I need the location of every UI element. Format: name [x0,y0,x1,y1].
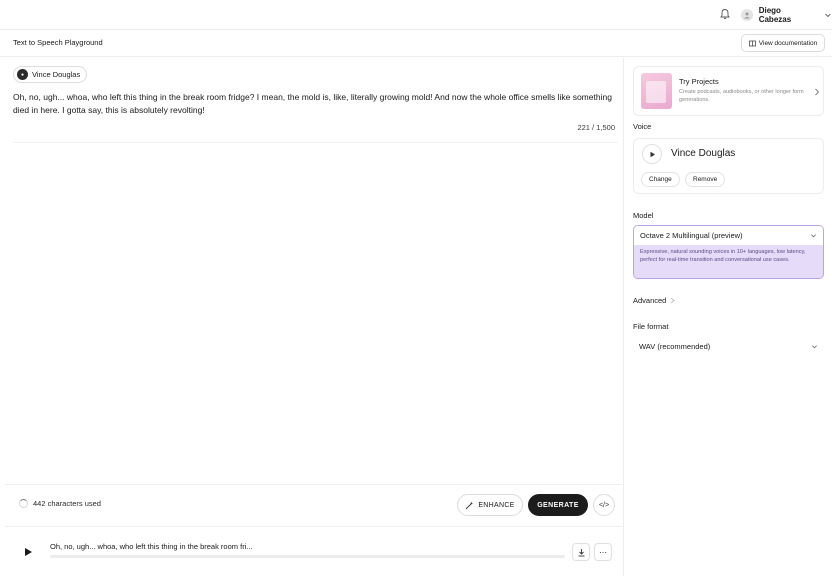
user-menu[interactable]: Diego Cabezas [741,6,832,24]
file-format-select[interactable]: WAV (recommended) [633,337,824,356]
advanced-label: Advanced [633,296,667,305]
chevron-right-icon [671,297,675,304]
projects-subtitle: Create podcasts, audiobooks, or other lo… [679,89,804,103]
model-section-label: Model [633,211,654,220]
settings-sidebar: Try Projects Create podcasts, audiobooks… [624,58,832,576]
download-icon [578,548,584,556]
top-bar: Diego Cabezas [0,0,832,30]
editor-panel: ● Vince Douglas Oh, no, ugh... whoa, who… [5,58,622,576]
audio-player: Oh, no, ugh... whoa, who left this thing… [5,526,622,576]
model-select[interactable]: Octave 2 Multilingual (preview) Expressi… [633,225,824,279]
user-name: Diego Cabezas [758,6,792,24]
chevron-down-icon [811,234,816,238]
voice-avatar-icon: ● [17,69,28,80]
chevron-down-icon [812,345,817,349]
voice-preview-button[interactable] [642,144,662,164]
voice-section-label: Voice [633,122,652,131]
play-icon[interactable] [23,547,33,557]
model-description: Expressive, natural sounding voices in 1… [634,245,823,278]
more-dots-icon: ⋯ [599,547,607,557]
projects-thumbnail [641,73,672,109]
magic-wand-icon [466,501,474,509]
view-documentation-button[interactable]: View documentation [741,34,825,52]
voice-card: Vince Douglas Change Remove [633,138,824,194]
page-title: Text to Speech Playground [13,38,103,47]
view-documentation-label: View documentation [758,39,818,47]
more-options-button[interactable]: ⋯ [594,543,612,561]
try-projects-card[interactable]: Try Projects Create podcasts, audiobooks… [633,66,824,116]
remove-voice-button[interactable]: Remove [685,172,726,187]
voice-chip[interactable]: ● Vince Douglas [13,66,88,83]
enhance-button[interactable]: ENHANCE [457,494,523,516]
characters-used: 442 characters used [19,499,101,508]
characters-used-label: 442 characters used [33,499,101,508]
text-input[interactable]: Oh, no, ugh... whoa, who left this thing… [13,91,618,117]
enhance-label: ENHANCE [478,501,515,509]
chevron-down-icon [825,13,831,18]
user-avatar-icon [741,9,753,21]
bell-icon[interactable] [719,8,731,20]
sub-header: Text to Speech Playground View documenta… [0,30,832,57]
usage-ring-icon [19,499,28,508]
projects-title: Try Projects [679,77,719,86]
selected-voice-name: Vince Douglas [671,148,736,159]
play-icon [650,151,655,157]
download-button[interactable] [572,543,590,561]
advanced-toggle[interactable]: Advanced [633,296,675,305]
code-view-button[interactable]: </> [593,494,615,516]
voice-chip-label: Vince Douglas [32,70,81,79]
generate-button[interactable]: GENERATE [528,494,588,516]
model-selected-label: Octave 2 Multilingual (preview) [640,231,743,240]
book-icon [748,40,756,46]
action-bar: 442 characters used ENHANCE GENERATE </> [5,484,622,526]
file-format-selected: WAV (recommended) [639,342,711,351]
chevron-right-icon [815,88,820,96]
playback-progress[interactable] [50,555,565,558]
file-format-label: File format [633,322,669,331]
character-counter: 221 / 1,500 [577,123,615,132]
divider [13,142,618,143]
change-voice-button[interactable]: Change [641,172,680,187]
player-title: Oh, no, ugh... whoa, who left this thing… [50,542,253,551]
model-select-value[interactable]: Octave 2 Multilingual (preview) [634,226,823,245]
